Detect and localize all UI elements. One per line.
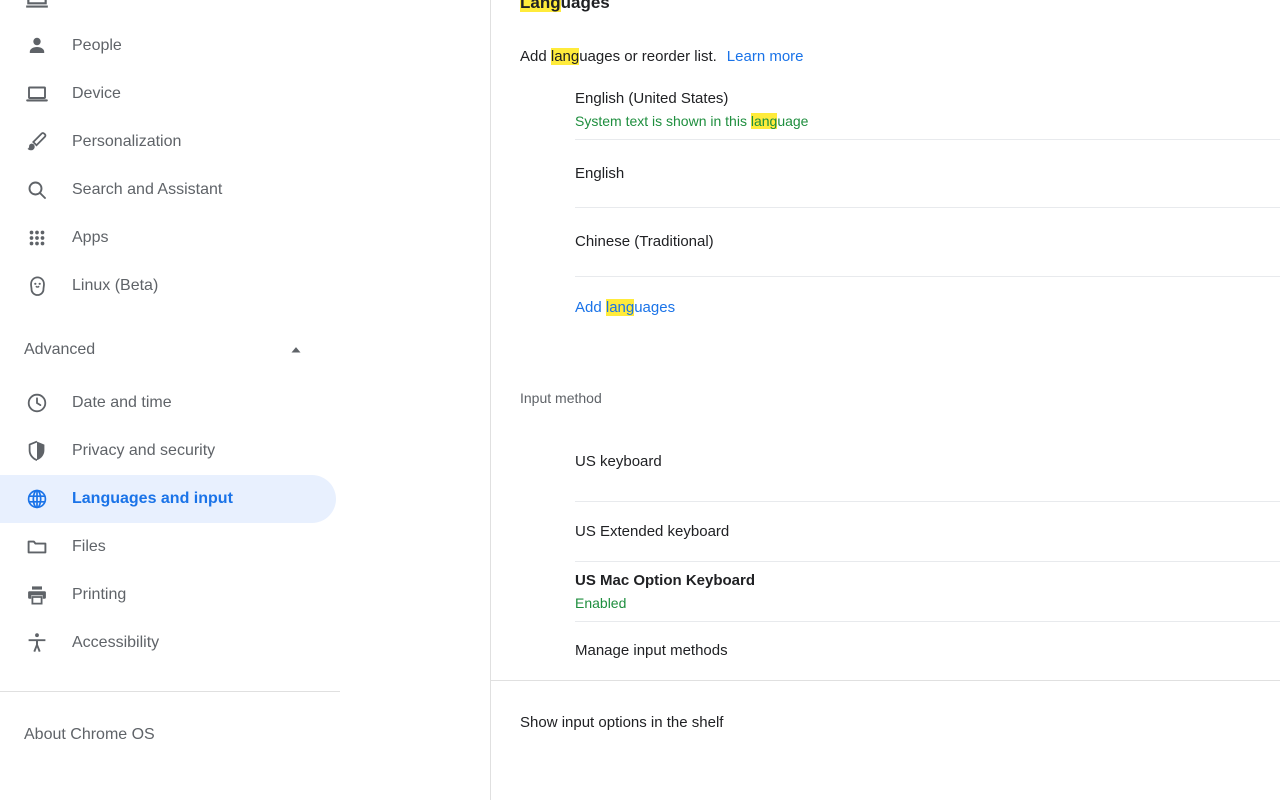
language-row-chinese-traditional[interactable]: Chinese (Traditional) <box>491 208 1280 276</box>
language-row-english-united-states[interactable]: English (United States) System text is s… <box>491 81 1280 139</box>
learn-more-link[interactable]: Learn more <box>727 47 804 67</box>
settings-sidebar: People Device Personal <box>0 0 491 800</box>
page-title: Languages <box>491 0 1280 14</box>
input-method-row-manage-input-methods[interactable]: Manage input methods <box>491 622 1280 680</box>
primary-nav-list: People Device Personal <box>0 0 490 310</box>
language-status: System text is shown in this language <box>575 112 1260 131</box>
input-method-name: US Mac Option Keyboard <box>575 571 1260 591</box>
input-method-name: US keyboard <box>575 452 1260 472</box>
show-input-options-in-shelf-row[interactable]: Show input options in the shelf <box>491 713 1280 733</box>
add-languages-highlight: lang <box>606 299 634 316</box>
settings-window: People Device Personal <box>0 0 1280 800</box>
page-title-highlight: Lang <box>520 0 561 12</box>
language-status-highlight: lang <box>751 113 777 129</box>
language-name: English <box>575 164 1260 184</box>
input-method-row-us-extended-keyboard[interactable]: US Extended keyboard <box>491 502 1280 561</box>
sidebar-item-label: Linux (Beta) <box>72 276 158 296</box>
sidebar-item-label: Search and Assistant <box>72 180 222 200</box>
sidebar-item-label: Date and time <box>72 393 172 413</box>
sidebar-item-apps[interactable]: Apps <box>0 214 336 262</box>
sidebar-item-label: Languages and input <box>72 489 233 509</box>
language-name: Chinese (Traditional) <box>575 232 1260 252</box>
sidebar-item-search-and-assistant[interactable]: Search and Assistant <box>0 166 336 214</box>
sidebar-item-label: Device <box>72 84 121 104</box>
section-divider <box>491 680 1280 681</box>
sidebar-item-personalization[interactable]: Personalization <box>0 118 336 166</box>
page-title-post: uages <box>561 0 610 12</box>
sidebar-item-about-chrome-os[interactable]: About Chrome OS <box>0 711 490 759</box>
advanced-label: Advanced <box>24 340 286 360</box>
search-icon <box>24 177 50 203</box>
sidebar-item-label: People <box>72 36 122 56</box>
clock-icon <box>24 390 50 416</box>
input-method-name: Manage input methods <box>575 641 1260 661</box>
language-name: English (United States) <box>575 89 1260 109</box>
apps-grid-icon <box>24 225 50 251</box>
sidebar-item-label: Privacy and security <box>72 441 215 461</box>
sidebar-item-device[interactable]: Device <box>0 70 336 118</box>
shield-icon <box>24 438 50 464</box>
input-method-name: US Extended keyboard <box>575 522 1260 542</box>
sidebar-item-linux-beta[interactable]: Linux (Beta) <box>0 262 336 310</box>
language-status-post: uage <box>777 113 808 129</box>
description-post: uages or reorder list. <box>579 48 717 65</box>
advanced-nav-list: Date and time Privacy and security <box>0 374 490 667</box>
sidebar-item-label: Apps <box>72 228 108 248</box>
sidebar-item-files[interactable]: Files <box>0 523 336 571</box>
description-pre: Add <box>520 48 551 65</box>
penguin-icon <box>24 273 50 299</box>
chevron-up-icon <box>286 340 306 360</box>
sidebar-item-label: Accessibility <box>72 633 159 653</box>
folder-icon <box>24 534 50 560</box>
add-languages-post: uages <box>634 299 675 316</box>
add-languages-pre: Add <box>575 299 606 316</box>
sidebar-item-accessibility[interactable]: Accessibility <box>0 619 336 667</box>
printer-icon <box>24 582 50 608</box>
about-label: About Chrome OS <box>24 725 155 745</box>
laptop-icon <box>24 81 50 107</box>
sidebar-divider <box>0 691 340 692</box>
sidebar-item-languages-and-input[interactable]: Languages and input <box>0 475 336 523</box>
input-method-list: US keyboard US Extended keyboard US Mac … <box>491 447 1280 680</box>
sidebar-item-label: Files <box>72 537 106 557</box>
sidebar-item-people[interactable]: People <box>0 22 336 70</box>
languages-description: Add languages or reorder list. <box>520 47 717 67</box>
brush-icon <box>24 129 50 155</box>
sidebar-item-label: Personalization <box>72 132 181 152</box>
accessibility-icon <box>24 630 50 656</box>
input-method-row-us-keyboard[interactable]: US keyboard <box>491 447 1280 476</box>
language-list: English (United States) System text is s… <box>491 81 1280 318</box>
input-method-status: Enabled <box>575 594 1260 613</box>
laptop-partial-icon <box>24 0 50 12</box>
sidebar-item-privacy-and-security[interactable]: Privacy and security <box>0 427 336 475</box>
description-highlight: lang <box>551 48 579 65</box>
globe-icon <box>24 486 50 512</box>
row-divider <box>575 276 1280 277</box>
sidebar-item-date-and-time[interactable]: Date and time <box>0 379 336 427</box>
language-row-english[interactable]: English <box>491 140 1280 207</box>
language-status-pre: System text is shown in this <box>575 113 751 129</box>
advanced-section-toggle[interactable]: Advanced <box>0 326 336 374</box>
sidebar-item-label: Printing <box>72 585 126 605</box>
languages-description-row: Add languages or reorder list. Learn mor… <box>491 47 1280 67</box>
add-languages-link[interactable]: Add languages <box>491 298 1280 318</box>
input-method-row-us-mac-option-keyboard[interactable]: US Mac Option Keyboard Enabled <box>491 562 1280 621</box>
languages-and-input-page: Languages Add languages or reorder list.… <box>491 0 1280 800</box>
input-method-section-label: Input method <box>491 389 1280 408</box>
person-icon <box>24 33 50 59</box>
sidebar-item-printing[interactable]: Printing <box>0 571 336 619</box>
